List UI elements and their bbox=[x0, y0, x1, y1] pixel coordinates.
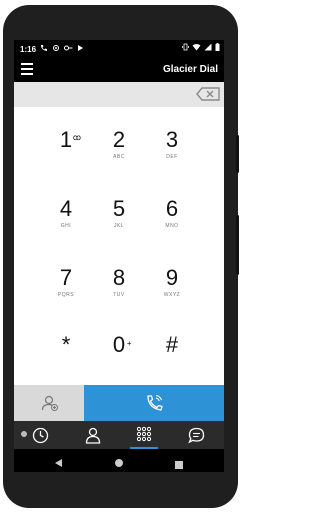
key-letters: MNO bbox=[165, 222, 179, 229]
tab-dialpad[interactable] bbox=[118, 421, 170, 449]
key-3[interactable]: 3 DEF bbox=[137, 113, 207, 175]
backspace-icon[interactable] bbox=[196, 87, 220, 101]
tab-bar bbox=[14, 421, 224, 449]
key-plus: + bbox=[126, 338, 132, 348]
voicemail-icon: ꝏ bbox=[72, 132, 82, 142]
person-icon bbox=[85, 427, 101, 449]
dialpad-icon bbox=[136, 426, 152, 448]
status-bar: 1:16 bbox=[14, 40, 224, 58]
recents-indicator-dot bbox=[21, 431, 27, 437]
key-digit: * bbox=[61, 331, 71, 357]
phone-forward-icon bbox=[40, 44, 48, 54]
key-digit: 3 bbox=[165, 126, 179, 152]
tab-messages[interactable] bbox=[170, 421, 222, 449]
key-digit: 1 bbox=[59, 126, 73, 152]
key-digit: # bbox=[165, 331, 179, 357]
key-letters: GHI bbox=[60, 222, 72, 229]
key-letters: PQRS bbox=[57, 291, 75, 298]
key-digit: 7 bbox=[59, 264, 73, 290]
key-digit: 8 bbox=[112, 264, 126, 290]
call-button[interactable] bbox=[84, 385, 224, 421]
home-icon[interactable] bbox=[114, 455, 124, 472]
signal-icon bbox=[204, 43, 212, 53]
status-time: 1:16 bbox=[20, 44, 37, 54]
key-letters: WXYZ bbox=[163, 291, 181, 298]
key-6[interactable]: 6 MNO bbox=[137, 182, 207, 244]
key-letters: DEF bbox=[166, 153, 178, 160]
action-row bbox=[14, 385, 224, 421]
key-letters: TUV bbox=[113, 291, 125, 298]
key-digit: 2 bbox=[112, 126, 126, 152]
key-icon bbox=[64, 44, 73, 54]
key-digit: 6 bbox=[165, 195, 179, 221]
back-icon[interactable] bbox=[54, 455, 63, 472]
location-icon bbox=[52, 44, 60, 54]
volume-button bbox=[236, 215, 239, 275]
screen: 1:16 Glacier Dial 1 ꝏ 2 ABC 3 DEF 4 GHI … bbox=[14, 40, 224, 472]
wifi-icon bbox=[192, 43, 201, 53]
dialpad: 1ꝏ 2 ABC 3 DEF 4 GHI 5 JKL 6 MNO 7 PQRS … bbox=[14, 107, 224, 385]
add-contact-icon bbox=[41, 394, 59, 417]
wifi-call-icon bbox=[145, 393, 165, 418]
vibrate-icon bbox=[182, 43, 189, 53]
key-digit: 4 bbox=[59, 195, 73, 221]
power-button bbox=[236, 135, 239, 173]
key-9[interactable]: 9 WXYZ bbox=[137, 251, 207, 313]
tab-recents[interactable] bbox=[14, 421, 66, 449]
battery-icon bbox=[215, 43, 220, 53]
chat-icon bbox=[188, 427, 205, 449]
app-title: Glacier Dial bbox=[162, 64, 218, 75]
overview-icon[interactable] bbox=[175, 456, 183, 472]
key-letters: ABC bbox=[113, 153, 125, 160]
system-nav-bar bbox=[14, 449, 224, 472]
number-field[interactable] bbox=[14, 82, 224, 107]
app-bar: Glacier Dial bbox=[14, 58, 224, 82]
hamburger-icon[interactable] bbox=[21, 63, 33, 75]
clock-icon bbox=[32, 427, 49, 449]
key-digit: 0 bbox=[112, 331, 126, 357]
play-icon bbox=[77, 44, 84, 54]
tab-contacts[interactable] bbox=[66, 421, 118, 449]
key-digit: 9 bbox=[165, 264, 179, 290]
key-hash[interactable]: # bbox=[137, 318, 207, 380]
key-letters: JKL bbox=[113, 222, 125, 229]
key-digit: 5 bbox=[112, 195, 126, 221]
add-contact-button[interactable] bbox=[14, 385, 84, 421]
